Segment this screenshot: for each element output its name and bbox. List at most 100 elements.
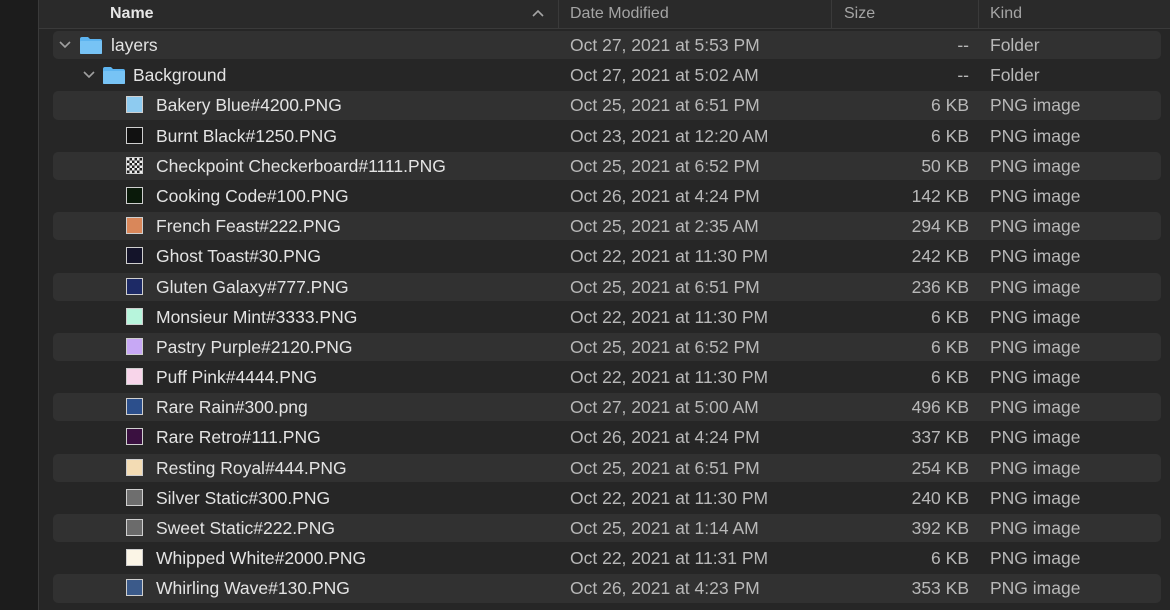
file-size: 142 KB — [911, 185, 969, 206]
file-kind: PNG image — [990, 306, 1081, 327]
image-thumbnail-icon — [126, 398, 143, 416]
disclosure-expanded-icon[interactable] — [59, 40, 71, 50]
image-thumbnail-icon — [126, 217, 143, 235]
file-size: 236 KB — [911, 276, 969, 297]
file-row[interactable]: Ghost Toast#30.PNG Oct 22, 2021 at 11:30 … — [39, 241, 1170, 271]
file-row[interactable]: Burnt Black#1250.PNG Oct 23, 2021 at 12:2… — [39, 121, 1170, 151]
date-modified: Oct 26, 2021 at 4:23 PM — [570, 578, 760, 599]
date-modified: Oct 26, 2021 at 4:24 PM — [570, 185, 760, 206]
date-modified: Oct 25, 2021 at 6:51 PM — [570, 457, 760, 478]
file-row[interactable]: Cooking Code#100.PNG Oct 26, 2021 at 4:24… — [39, 181, 1170, 211]
image-thumbnail-icon — [126, 277, 143, 295]
file-row[interactable]: Rare Retro#111.PNG Oct 26, 2021 at 4:24 P… — [39, 422, 1170, 452]
file-size: 6 KB — [931, 548, 969, 569]
column-header-bar: Name Date Modified Size Kind — [39, 0, 1170, 29]
file-name: Checkpoint Checkerboard#1111.PNG — [156, 155, 446, 176]
static-thumbnail-icon — [126, 519, 143, 536]
date-modified: Oct 27, 2021 at 5:53 PM — [570, 35, 760, 55]
file-kind: PNG image — [990, 578, 1081, 599]
solid-color-thumbnail-icon — [126, 96, 143, 114]
file-row[interactable]: Silver Static#300.PNG Oct 22, 2021 at 11:… — [39, 483, 1170, 513]
file-name: Gluten Galaxy#777.PNG — [156, 276, 349, 297]
file-row[interactable]: Puff Pink#4444.PNG Oct 22, 2021 at 11:30 … — [39, 362, 1170, 392]
file-row[interactable]: Gluten Galaxy#777.PNG Oct 25, 2021 at 6:5… — [39, 272, 1170, 302]
file-kind: PNG image — [990, 367, 1081, 388]
file-row[interactable]: Sweet Static#222.PNG Oct 25, 2021 at 1:14… — [39, 513, 1170, 543]
column-divider[interactable] — [831, 0, 832, 28]
file-name: Ghost Toast#30.PNG — [156, 246, 322, 267]
file-size: 50 KB — [921, 155, 969, 176]
file-name: Rare Rain#300.png — [156, 397, 308, 418]
file-row[interactable]: Whipped White#2000.PNG Oct 22, 2021 at 11… — [39, 543, 1170, 573]
file-name: Cooking Code#100.PNG — [156, 185, 349, 206]
solid-color-thumbnail-icon — [126, 337, 143, 355]
file-kind: PNG image — [990, 397, 1081, 418]
file-kind: PNG image — [990, 95, 1081, 116]
file-kind: PNG image — [990, 276, 1081, 297]
image-thumbnail-icon — [126, 458, 143, 476]
file-size: -- — [957, 35, 969, 55]
date-modified: Oct 22, 2021 at 11:30 PM — [570, 306, 769, 327]
date-modified: Oct 27, 2021 at 5:00 AM — [570, 397, 759, 418]
column-header-date-modified[interactable]: Date Modified — [570, 0, 669, 28]
file-row[interactable]: Resting Royal#444.PNG Oct 25, 2021 at 6:5… — [39, 453, 1170, 483]
column-header-name[interactable]: Name — [110, 0, 154, 28]
folder-row-background[interactable]: Background Oct 27, 2021 at 5:02 AM -- Fo… — [39, 60, 1170, 90]
date-modified: Oct 25, 2021 at 6:51 PM — [570, 276, 760, 297]
image-thumbnail-icon — [126, 247, 143, 265]
file-row[interactable]: Bakery Blue#4200.PNG Oct 25, 2021 at 6:51… — [39, 90, 1170, 120]
file-name: Resting Royal#444.PNG — [156, 457, 347, 478]
file-kind: PNG image — [990, 336, 1081, 357]
file-kind: PNG image — [990, 216, 1081, 237]
file-kind: PNG image — [990, 487, 1081, 508]
file-row[interactable]: Whirling Wave#130.PNG Oct 26, 2021 at 4:2… — [39, 573, 1170, 603]
file-size: 6 KB — [931, 306, 969, 327]
solid-color-thumbnail-icon — [126, 368, 143, 386]
static-thumbnail-icon — [126, 488, 143, 506]
checkerboard-thumbnail-icon — [126, 156, 143, 174]
folder-icon — [103, 67, 125, 85]
column-divider[interactable] — [978, 0, 979, 28]
file-row[interactable]: Pastry Purple#2120.PNG Oct 25, 2021 at 6:… — [39, 332, 1170, 362]
folder-row-layers[interactable]: layers Oct 27, 2021 at 5:53 PM -- Folder — [39, 30, 1170, 60]
file-size: 392 KB — [911, 518, 969, 538]
file-row[interactable]: Monsieur Mint#3333.PNG Oct 22, 2021 at 11… — [39, 302, 1170, 332]
file-row[interactable]: Rare Rain#300.png Oct 27, 2021 at 5:00 AM… — [39, 392, 1170, 422]
file-kind: PNG image — [990, 457, 1081, 478]
file-size: 6 KB — [931, 95, 969, 116]
file-list-pane: Name Date Modified Size Kind layers Oct … — [39, 0, 1170, 610]
image-thumbnail-icon — [126, 579, 143, 597]
date-modified: Oct 22, 2021 at 11:30 PM — [570, 246, 769, 267]
file-size: 353 KB — [911, 578, 969, 599]
column-header-kind[interactable]: Kind — [990, 0, 1022, 28]
file-row[interactable]: French Feast#222.PNG Oct 25, 2021 at 2:35… — [39, 211, 1170, 241]
date-modified: Oct 22, 2021 at 11:30 PM — [570, 367, 769, 388]
sidebar-edge — [0, 0, 39, 610]
file-size: 496 KB — [911, 397, 969, 418]
file-kind: Folder — [990, 35, 1040, 55]
date-modified: Oct 25, 2021 at 6:52 PM — [570, 336, 760, 357]
column-divider[interactable] — [558, 0, 559, 28]
file-size: 337 KB — [911, 427, 969, 448]
file-name: Sweet Static#222.PNG — [156, 518, 335, 538]
solid-color-thumbnail-icon — [126, 549, 143, 567]
disclosure-expanded-icon[interactable] — [83, 70, 95, 80]
file-kind: PNG image — [990, 427, 1081, 448]
solid-color-thumbnail-icon — [126, 126, 143, 144]
file-size: 254 KB — [911, 457, 969, 478]
file-kind: PNG image — [990, 518, 1081, 538]
column-header-size[interactable]: Size — [844, 0, 875, 28]
file-kind: PNG image — [990, 246, 1081, 267]
file-size: 242 KB — [911, 246, 969, 267]
image-thumbnail-icon — [126, 428, 143, 446]
file-kind: PNG image — [990, 155, 1081, 176]
sort-ascending-icon[interactable] — [532, 8, 544, 18]
file-name: Monsieur Mint#3333.PNG — [156, 306, 358, 327]
date-modified: Oct 25, 2021 at 1:14 AM — [570, 518, 759, 538]
file-row[interactable]: Checkpoint Checkerboard#1111.PNG Oct 25, … — [39, 151, 1170, 181]
date-modified: Oct 25, 2021 at 6:51 PM — [570, 95, 760, 116]
file-name: French Feast#222.PNG — [156, 216, 341, 237]
file-name: layers — [111, 35, 158, 55]
date-modified: Oct 26, 2021 at 4:24 PM — [570, 427, 760, 448]
file-size: 240 KB — [911, 487, 969, 508]
